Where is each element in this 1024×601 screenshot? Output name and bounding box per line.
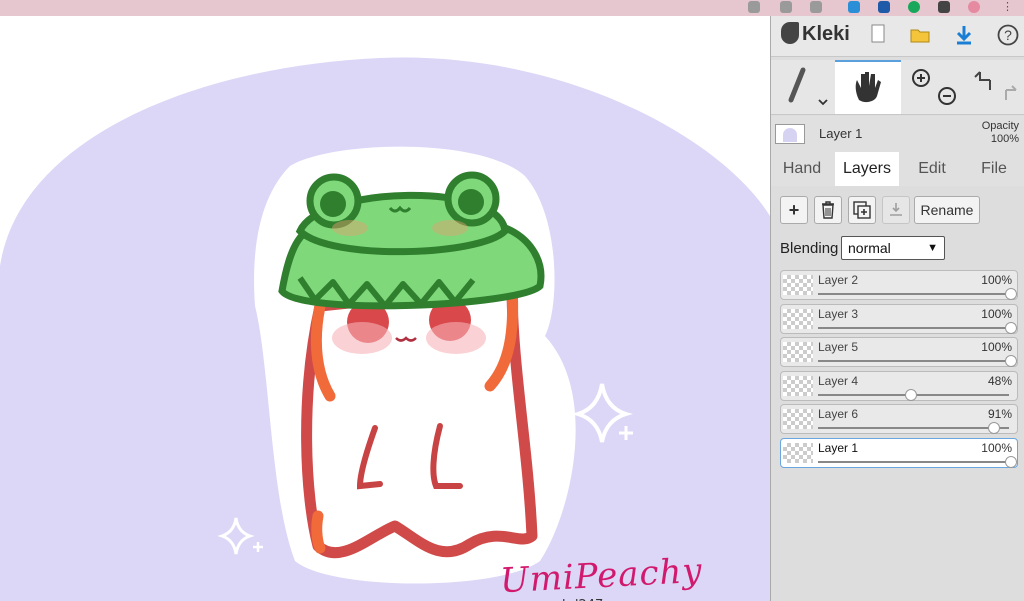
app-name: Kleki [802, 23, 850, 45]
extension-icon[interactable] [848, 1, 860, 13]
delete-layer-button[interactable] [814, 196, 842, 224]
undo-redo-tool[interactable] [965, 60, 1024, 114]
svg-text:?: ? [1004, 27, 1012, 43]
layer-row[interactable]: Layer 5 100% [780, 337, 1018, 367]
opacity-slider-track[interactable] [818, 327, 1009, 329]
opacity-slider-handle[interactable] [904, 389, 917, 401]
artwork [0, 57, 770, 601]
layer-opacity: 91% [987, 407, 1012, 421]
layer-row[interactable]: Layer 6 91% [780, 404, 1018, 434]
chevron-down-icon: ▼ [927, 242, 938, 254]
add-layer-button[interactable]: + [780, 196, 808, 224]
opacity-slider-handle[interactable] [1005, 456, 1017, 468]
drawing-canvas[interactable]: UmiPeachy hd247 [0, 16, 770, 601]
opacity-slider-handle[interactable] [1005, 322, 1017, 334]
layers-panel: + Rename Blending normal ▼ Layer 2 100% Lay… [771, 186, 1024, 601]
blending-select[interactable]: normal ▼ [841, 236, 945, 260]
merge-layer-button[interactable] [882, 196, 910, 224]
layer-opacity: 100% [981, 273, 1012, 287]
tab-file[interactable]: File [963, 152, 1024, 186]
layer-name: Layer 1 [818, 441, 859, 455]
open-folder-icon[interactable] [909, 24, 931, 46]
grammarly-icon[interactable] [908, 1, 920, 13]
opacity-slider-track[interactable] [818, 360, 1009, 362]
current-layer-thumbnail [775, 124, 805, 144]
share-icon[interactable] [780, 1, 792, 13]
layer-thumbnail [783, 376, 813, 396]
brush-tool[interactable] [771, 60, 833, 114]
side-panel: Kleki ? Layer 1 Opacity 100% Hand Layers… [770, 16, 1024, 601]
hand-tool[interactable] [835, 60, 901, 114]
layer-thumbnail [783, 443, 813, 463]
opacity-slider-track[interactable] [818, 293, 1009, 295]
tab-layers[interactable]: Layers [835, 152, 899, 186]
panel-header: Kleki ? [771, 16, 1024, 57]
layer-name: Layer 6 [818, 407, 859, 421]
bookmark-star-icon[interactable] [810, 1, 822, 13]
duplicate-layer-button[interactable] [848, 196, 876, 224]
current-layer-info: Layer 1 Opacity 100% [771, 116, 1024, 152]
opacity-value: 100% [990, 133, 1019, 145]
app-logo[interactable]: Kleki [781, 22, 850, 46]
opacity-slider-handle[interactable] [987, 422, 1000, 434]
extension-icon[interactable] [878, 1, 890, 13]
layer-opacity: 100% [981, 307, 1012, 321]
layer-name: Layer 2 [818, 273, 859, 287]
layer-thumbnail [783, 342, 813, 362]
layer-name: Layer 3 [818, 307, 859, 321]
blending-value: normal [848, 240, 891, 256]
layer-name: Layer 5 [818, 340, 859, 354]
layer-name: Layer 4 [818, 374, 859, 388]
layer-opacity: 48% [987, 374, 1012, 388]
opacity-slider-track[interactable] [818, 461, 1009, 463]
layer-row[interactable]: Layer 1 100% [780, 438, 1018, 468]
opacity-slider-handle[interactable] [1005, 355, 1017, 367]
current-layer-name: Layer 1 [819, 126, 863, 141]
blending-label: Blending [780, 240, 839, 257]
plus-icon: + [788, 200, 800, 220]
layer-row[interactable]: Layer 2 100% [780, 270, 1018, 300]
layer-row[interactable]: Layer 4 48% [780, 371, 1018, 401]
opacity-slider-handle[interactable] [1005, 288, 1017, 300]
rename-layer-button[interactable]: Rename [914, 196, 980, 224]
layer-opacity: 100% [981, 441, 1012, 455]
layer-thumbnail [783, 309, 813, 329]
browser-toolbar: ⋮ [0, 0, 1024, 16]
duplicate-icon [853, 201, 871, 219]
panel-tabs: Hand Layers Edit File [771, 152, 1024, 186]
layer-row[interactable]: Layer 3 100% [780, 304, 1018, 334]
download-icon[interactable] [953, 24, 975, 46]
layer-thumbnail [783, 409, 813, 429]
trash-icon [822, 201, 834, 219]
tool-bar [771, 60, 1024, 115]
tab-hand[interactable]: Hand [771, 152, 833, 186]
opacity-slider-track[interactable] [818, 427, 1009, 429]
zoom-tool[interactable] [903, 60, 965, 114]
menu-icon[interactable]: ⋮ [1002, 1, 1014, 13]
layer-opacity: 100% [981, 340, 1012, 354]
new-image-icon[interactable] [867, 24, 889, 46]
puzzle-icon[interactable] [938, 1, 950, 13]
tab-edit[interactable]: Edit [901, 152, 963, 186]
help-icon[interactable]: ? [997, 24, 1019, 46]
cast-icon[interactable] [748, 1, 760, 13]
current-layer-opacity: Opacity 100% [982, 120, 1019, 146]
profile-avatar[interactable] [968, 1, 980, 13]
opacity-label: Opacity [981, 120, 1019, 132]
kleki-logo-icon [781, 22, 799, 44]
layer-thumbnail [783, 275, 813, 295]
merge-down-icon [890, 203, 902, 216]
